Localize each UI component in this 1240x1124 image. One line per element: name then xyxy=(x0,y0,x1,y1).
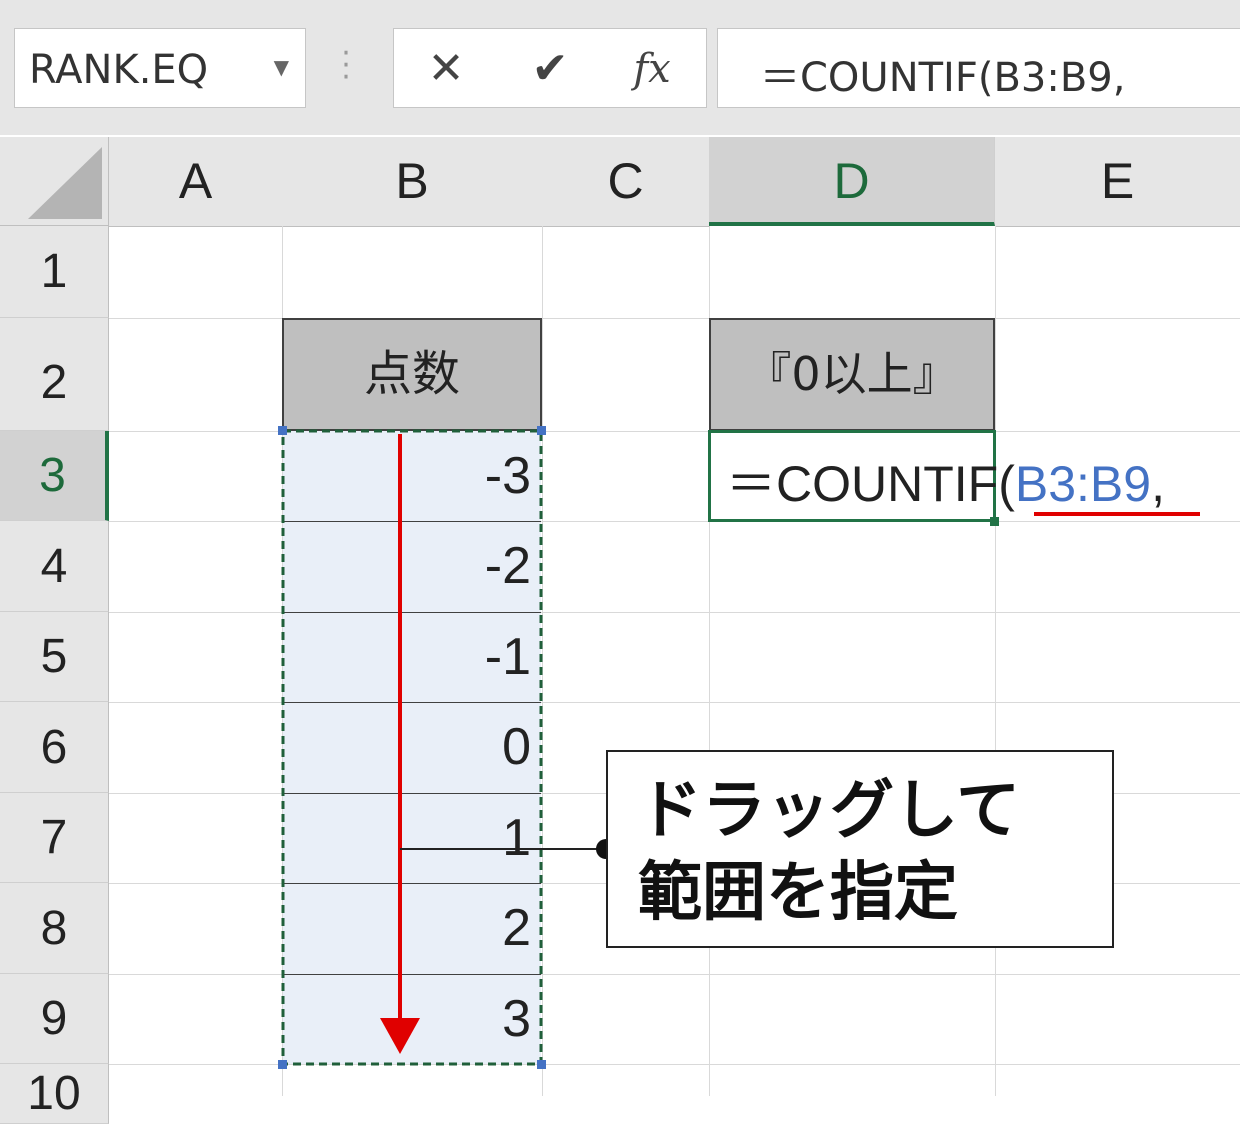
formula-range-ref: B3:B9 xyxy=(1014,456,1152,512)
formula-suffix: , xyxy=(1151,456,1165,512)
range-handle xyxy=(537,1060,546,1069)
fill-handle[interactable] xyxy=(990,517,999,526)
formula-prefix: ＝COUNTIF( xyxy=(726,456,1015,512)
range-handle xyxy=(278,1060,287,1069)
range-handle xyxy=(278,426,287,435)
cell-d3-formula: ＝COUNTIF(B3:B9, xyxy=(726,444,1165,516)
callout-line-1: ドラッグして xyxy=(638,774,1021,848)
range-border xyxy=(281,429,543,1066)
callout-line-2: 範囲を指定 xyxy=(638,856,958,930)
drag-arrow-head xyxy=(380,1018,420,1054)
callout-box: ドラッグして 範囲を指定 xyxy=(606,750,1114,948)
range-handle xyxy=(537,426,546,435)
